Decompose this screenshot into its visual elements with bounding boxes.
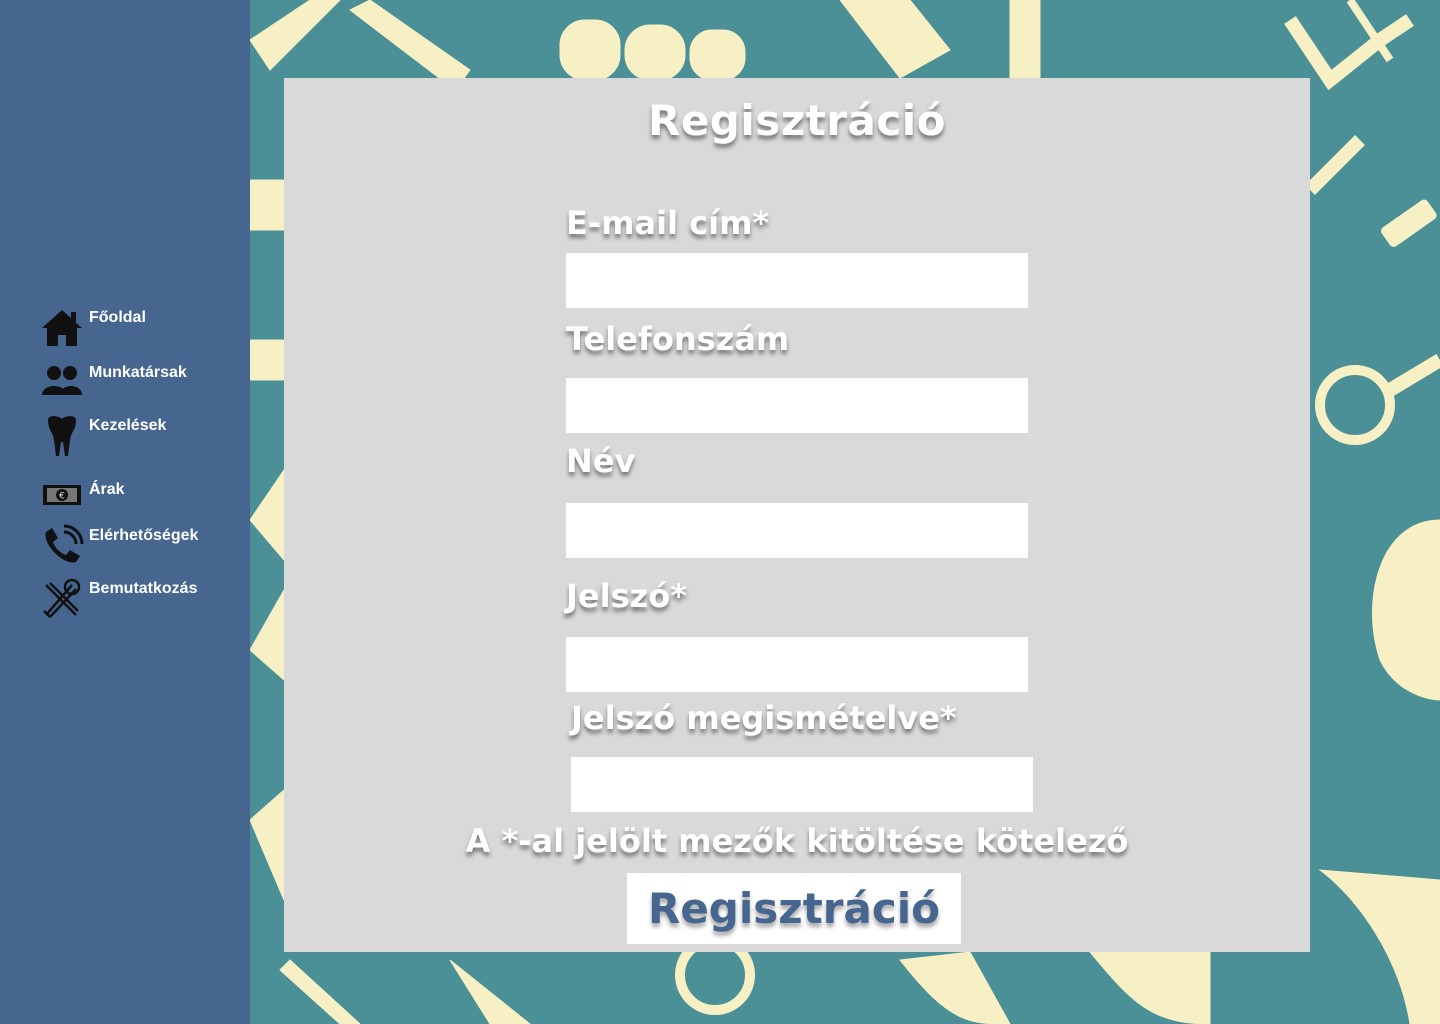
- password-confirm-field[interactable]: [571, 757, 1033, 812]
- sidebar-item-elerhetosegek[interactable]: Elérhetőségek: [40, 524, 198, 568]
- sidebar-item-label: Bemutatkozás: [89, 580, 198, 597]
- name-field[interactable]: [566, 503, 1028, 558]
- register-button[interactable]: Regisztráció: [627, 873, 961, 944]
- tooth-icon: [40, 414, 84, 458]
- sidebar-item-label: Főoldal: [89, 309, 146, 326]
- required-fields-note: A *-al jelölt mezők kitöltése kötelező: [465, 822, 1129, 860]
- password-field[interactable]: [566, 637, 1028, 692]
- password-confirm-label: Jelszó megismételve*: [571, 699, 957, 737]
- sidebar-item-munkatarsak[interactable]: Munkatársak: [40, 361, 187, 405]
- password-label: Jelszó*: [566, 577, 687, 615]
- home-icon: [40, 306, 84, 350]
- phone-icon: [40, 524, 84, 568]
- email-label: E-mail cím*: [566, 204, 770, 242]
- sidebar-item-bemutatkozas[interactable]: Bemutatkozás: [40, 577, 197, 621]
- tools-icon: [40, 577, 84, 621]
- page-title: Regisztráció: [647, 96, 946, 145]
- euro-banknote-icon: €: [40, 478, 84, 522]
- people-icon: [40, 361, 84, 405]
- sidebar-item-label: Árak: [89, 481, 125, 498]
- sidebar-item-label: Kezelések: [89, 417, 167, 434]
- phone-field[interactable]: [566, 378, 1028, 433]
- sidebar-item-kezelesek[interactable]: Kezelések: [40, 414, 166, 458]
- sidebar-item-label: Elérhetőségek: [89, 527, 199, 544]
- sidebar-item-arak[interactable]: € Árak: [40, 478, 125, 522]
- sidebar: Főoldal Munkatársak Kezelések € Árak Elé…: [0, 0, 250, 1024]
- email-field[interactable]: [566, 253, 1028, 308]
- registration-panel: Regisztráció E-mail cím* Telefonszám Név…: [284, 78, 1310, 952]
- sidebar-item-fooldal[interactable]: Főoldal: [40, 306, 146, 350]
- sidebar-item-label: Munkatársak: [89, 364, 187, 381]
- name-label: Név: [566, 442, 636, 480]
- svg-text:€: €: [59, 492, 65, 502]
- phone-label: Telefonszám: [566, 320, 790, 358]
